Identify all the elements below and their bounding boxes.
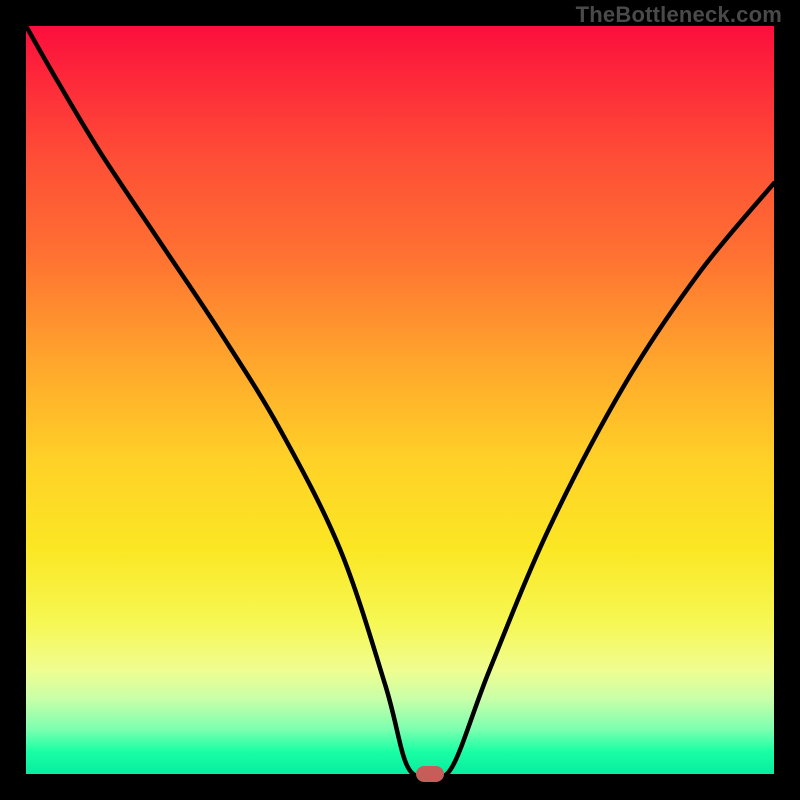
curve-layer [26, 26, 774, 774]
watermark-text: TheBottleneck.com [576, 2, 782, 28]
bottleneck-curve [26, 26, 774, 774]
chart-frame: TheBottleneck.com [0, 0, 800, 800]
plot-area [26, 26, 774, 774]
optimal-point-marker [416, 766, 444, 782]
